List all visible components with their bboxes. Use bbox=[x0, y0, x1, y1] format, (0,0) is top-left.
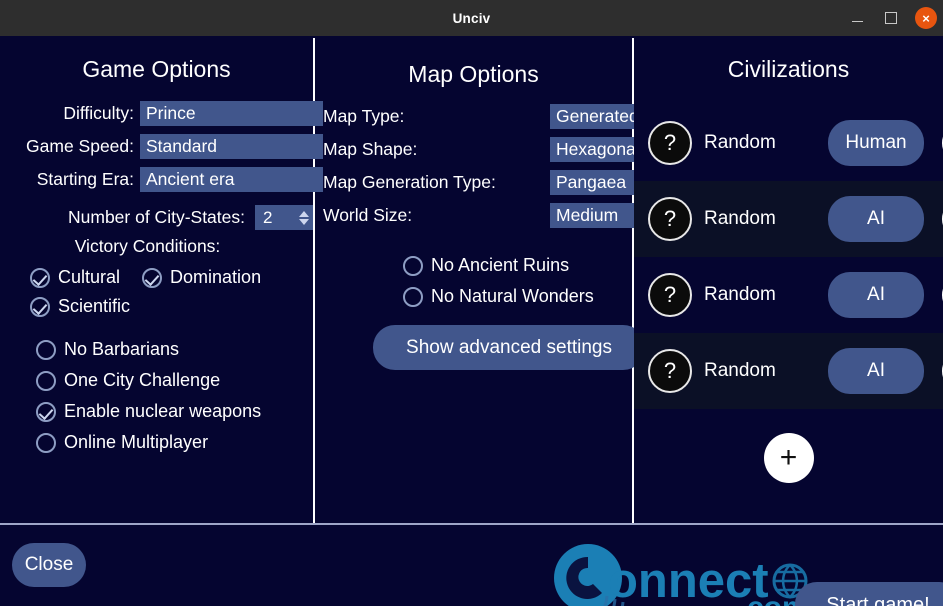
world-size-row: World Size: Medium bbox=[315, 201, 650, 229]
checkbox-enable-nuclear-weapons[interactable]: Enable nuclear weapons bbox=[36, 401, 313, 422]
civilization-name[interactable]: Random bbox=[704, 132, 816, 154]
question-mark-icon[interactable]: ? bbox=[648, 121, 692, 165]
victory-line-2: Scientific bbox=[30, 296, 313, 317]
minimize-icon[interactable] bbox=[847, 8, 867, 28]
show-advanced-settings-button[interactable]: Show advanced settings bbox=[373, 325, 645, 370]
stepper-arrows[interactable] bbox=[299, 210, 313, 225]
add-civilization-button[interactable]: + bbox=[763, 433, 814, 483]
world-size-label: World Size: bbox=[323, 204, 413, 225]
maximize-icon[interactable] bbox=[881, 8, 901, 28]
checkbox-label: Enable nuclear weapons bbox=[64, 401, 262, 421]
civilizations-list: ? Random Human - ? Random AI - ? Random … bbox=[634, 105, 943, 409]
city-states-label: Number of City-States: bbox=[68, 207, 245, 227]
city-states-stepper[interactable]: 2 bbox=[255, 205, 313, 230]
window-controls: × bbox=[847, 0, 937, 36]
checkbox-label: Scientific bbox=[58, 296, 131, 316]
civilizations-title: Civilizations bbox=[727, 56, 850, 82]
civilization-name[interactable]: Random bbox=[704, 208, 816, 230]
checkbox-domination[interactable]: Domination bbox=[142, 267, 261, 288]
unchecked-circle-icon bbox=[36, 339, 56, 360]
checkbox-label: Online Multiplayer bbox=[64, 432, 209, 452]
checkbox-label: Domination bbox=[170, 267, 262, 287]
checkbox-one-city-challenge[interactable]: One City Challenge bbox=[36, 370, 313, 391]
civilization-name[interactable]: Random bbox=[704, 284, 816, 306]
map-options-rows: Map Type: Generated Map Shape: Hexagonal… bbox=[315, 102, 650, 229]
checkbox-label: One City Challenge bbox=[64, 370, 221, 390]
starting-era-label: Starting Era: bbox=[36, 168, 134, 189]
civilization-row: ? Random AI - bbox=[634, 257, 943, 333]
map-shape-row: Map Shape: Hexagonal bbox=[315, 135, 650, 163]
question-mark-icon[interactable]: ? bbox=[648, 273, 692, 317]
civilization-name[interactable]: Random bbox=[704, 360, 816, 382]
unchecked-circle-icon bbox=[403, 286, 423, 307]
map-type-label: Map Type: bbox=[323, 105, 405, 126]
map-options-panel: Map Options Map Type: Generated Map Shap… bbox=[315, 36, 650, 523]
game-options-panel: Game Options Difficulty: Prince Game Spe… bbox=[0, 36, 323, 523]
question-mark-icon[interactable]: ? bbox=[648, 349, 692, 393]
civilization-row: ? Random AI - bbox=[634, 181, 943, 257]
window-title: Unciv bbox=[452, 10, 491, 26]
checkbox-online-multiplayer[interactable]: Online Multiplayer bbox=[36, 432, 313, 453]
check-icon bbox=[36, 401, 56, 422]
checkbox-scientific[interactable]: Scientific bbox=[30, 296, 130, 317]
new-game-screen: Game Options Difficulty: Prince Game Spe… bbox=[0, 36, 943, 606]
game-speed-label: Game Speed: bbox=[26, 135, 134, 156]
checkbox-label: No Barbarians bbox=[64, 339, 180, 359]
civilization-role-button[interactable]: AI bbox=[828, 196, 924, 242]
map-toggles-group: No Ancient Ruins No Natural Wonders bbox=[315, 255, 632, 307]
map-generation-type-label: Map Generation Type: bbox=[323, 171, 496, 192]
starting-era-row: Starting Era: Ancient era bbox=[0, 165, 323, 193]
unchecked-circle-icon bbox=[36, 370, 56, 391]
game-speed-select[interactable]: Standard bbox=[140, 133, 323, 159]
starting-era-select[interactable]: Ancient era bbox=[140, 166, 323, 192]
game-toggles-group: No Barbarians One City Challenge Enable … bbox=[0, 339, 313, 453]
unchecked-circle-icon bbox=[403, 255, 423, 276]
checkbox-label: No Natural Wonders bbox=[431, 286, 594, 306]
difficulty-select[interactable]: Prince bbox=[140, 100, 323, 126]
civilization-row: ? Random AI - bbox=[634, 333, 943, 409]
checkbox-cultural[interactable]: Cultural bbox=[30, 267, 120, 288]
close-button[interactable]: Close bbox=[12, 543, 86, 587]
game-options-rows: Difficulty: Prince Game Speed: Standard … bbox=[0, 99, 323, 193]
close-icon[interactable]: × bbox=[915, 7, 937, 29]
checkbox-label: No Ancient Ruins bbox=[431, 255, 570, 275]
check-icon bbox=[30, 296, 50, 317]
checkbox-label: Cultural bbox=[58, 267, 121, 287]
map-options-title: Map Options bbox=[408, 61, 539, 87]
difficulty-label: Difficulty: bbox=[63, 102, 134, 123]
map-shape-label: Map Shape: bbox=[323, 138, 418, 159]
chevron-up-icon[interactable] bbox=[299, 210, 309, 217]
check-icon bbox=[30, 267, 50, 288]
check-icon bbox=[142, 267, 163, 288]
civilization-role-button[interactable]: AI bbox=[828, 348, 924, 394]
chevron-down-icon[interactable] bbox=[299, 218, 309, 225]
map-type-row: Map Type: Generated bbox=[315, 102, 650, 130]
civilization-role-button[interactable]: Human bbox=[828, 120, 924, 166]
victory-line-1: Cultural Domination bbox=[30, 267, 313, 288]
unchecked-circle-icon bbox=[36, 432, 56, 453]
window-titlebar: Unciv × bbox=[0, 0, 943, 36]
city-states-value: 2 bbox=[263, 207, 273, 227]
civilizations-panel: Civilizations ? Random Human - ? Random … bbox=[634, 36, 943, 523]
start-game-button[interactable]: Start game! bbox=[795, 582, 943, 606]
question-mark-icon[interactable]: ? bbox=[648, 197, 692, 241]
civilization-row: ? Random Human - bbox=[634, 105, 943, 181]
victory-conditions-group: Cultural Domination Scientific bbox=[0, 267, 313, 317]
city-states-row: Number of City-States: 2 bbox=[0, 205, 313, 230]
civilization-role-button[interactable]: AI bbox=[828, 272, 924, 318]
checkbox-no-natural-wonders[interactable]: No Natural Wonders bbox=[403, 286, 632, 307]
checkbox-no-barbarians[interactable]: No Barbarians bbox=[36, 339, 313, 360]
difficulty-row: Difficulty: Prince bbox=[0, 99, 323, 127]
victory-conditions-label: Victory Conditions: bbox=[74, 236, 221, 256]
game-speed-row: Game Speed: Standard bbox=[0, 132, 323, 160]
checkbox-no-ancient-ruins[interactable]: No Ancient Ruins bbox=[403, 255, 632, 276]
map-generation-type-row: Map Generation Type: Pangaea bbox=[315, 168, 650, 196]
game-options-title: Game Options bbox=[82, 56, 231, 82]
